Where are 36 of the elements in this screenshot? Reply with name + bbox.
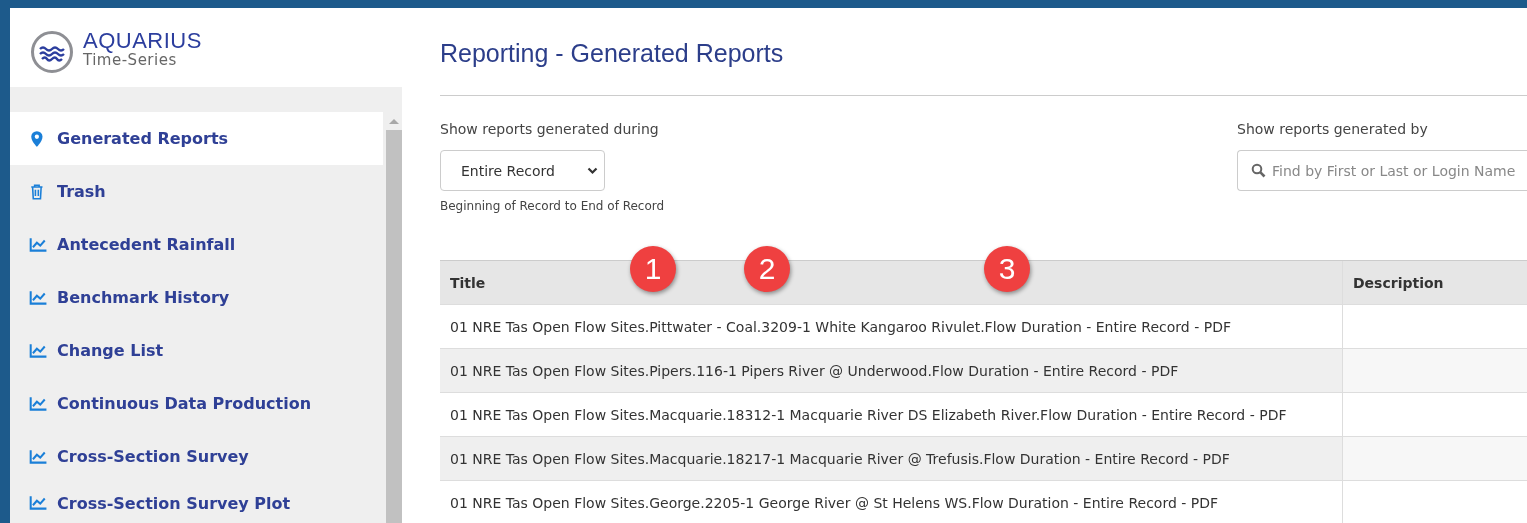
period-hint: Beginning of Record to End of Record — [440, 199, 666, 213]
number-marker: 3 — [984, 246, 1030, 292]
wave-logo-icon — [30, 30, 74, 74]
page-title: Reporting - Generated Reports — [440, 8, 1527, 96]
table-cell-text: 01 NRE Tas Open Flow Sites.George.2205-1 George River @ St Helens WS.Flow Duration - Entire Record - PDF — [449, 493, 1220, 513]
sidebar-item[interactable]: Cross-Section Survey — [10, 430, 383, 483]
sidebar-item[interactable]: Continuous Data Production — [10, 377, 383, 430]
number-marker: 1 — [630, 246, 676, 292]
period-dropdown[interactable]: Entire Record — [440, 150, 605, 191]
sidebar-item[interactable]: Antecedent Rainfall — [10, 218, 383, 271]
column-header: Title — [450, 274, 486, 291]
line-chart-icon — [29, 447, 47, 466]
logo-name: AQUARIUS — [83, 30, 202, 52]
line-chart-icon — [29, 235, 47, 254]
table-cell-text: 01 NRE Tas Open Flow Sites.Pittwater - Coal.3209-1 White Kangaroo Rivulet.Flow Duration - Entire Record - PDF — [449, 317, 1232, 337]
sidebar-item[interactable]: Trash — [10, 165, 383, 218]
sidebar-item[interactable]: Generated Reports — [10, 112, 383, 165]
sidebar-item[interactable]: Benchmark History — [10, 271, 383, 324]
table-cell: 01 NRE Tas Open Flow Sites.Pipers.116-1 Pipers River @ Underwood.Flow Duration - Entire Record - PDF — [440, 349, 1342, 392]
table-cell: 01 NRE Tas Open Flow Sites.Macquarie.18217-1 Macquarie River @ Trefusis.Flow Duration - Entire Record - PDF — [440, 437, 1342, 480]
user-search-field[interactable]: Find by First or Last or Login Name — [1237, 150, 1527, 191]
line-chart-icon — [29, 288, 47, 307]
filter-label: Show reports generated by — [1237, 121, 1429, 137]
number-marker: 2 — [744, 246, 790, 292]
logo-subtitle: Time-Series — [83, 52, 177, 68]
line-chart-icon — [29, 341, 47, 360]
line-chart-icon — [29, 394, 47, 413]
line-chart-icon — [29, 494, 47, 512]
sidebar-item[interactable]: Cross-Section Survey Plot — [10, 483, 383, 523]
chevron-down-icon — [587, 166, 598, 175]
sidebar-item[interactable]: Change List — [10, 324, 383, 377]
column-header: Description — [1353, 274, 1444, 291]
search-icon — [1251, 163, 1266, 178]
scroll-up-arrow-icon[interactable] — [388, 119, 399, 124]
filter-label: Show reports generated during — [440, 121, 660, 137]
table-cell-text: 01 NRE Tas Open Flow Sites.Macquarie.18312-1 Macquarie River DS Elizabeth River.Flow Duration - Entire Record - PDF — [449, 405, 1288, 425]
